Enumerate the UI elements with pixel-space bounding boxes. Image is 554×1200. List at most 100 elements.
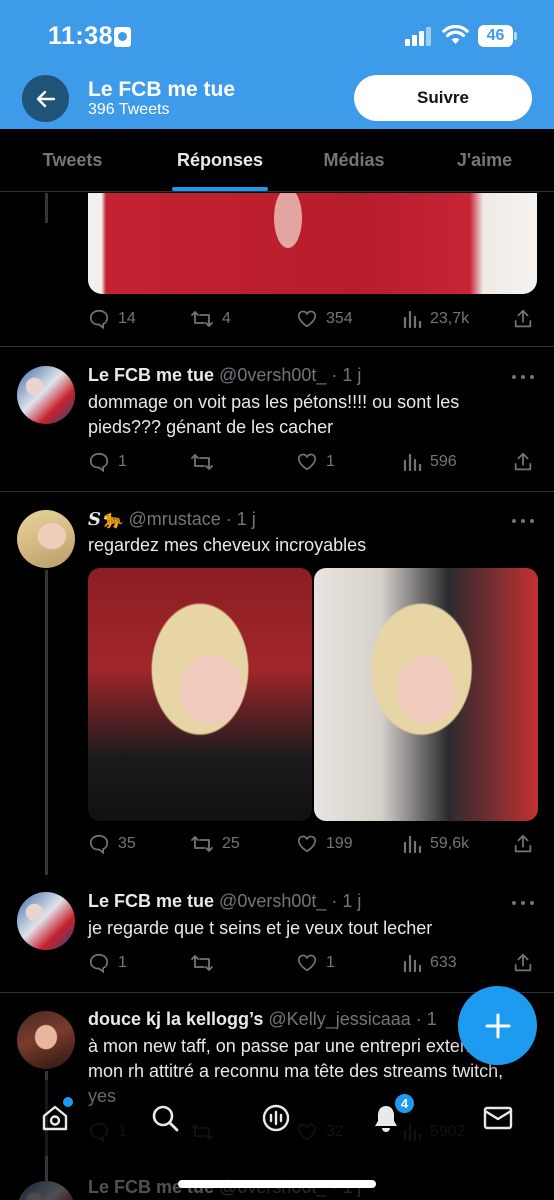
- new-content-dot: [63, 1097, 73, 1107]
- views-button[interactable]: 59,6k: [402, 830, 469, 858]
- avatar[interactable]: [17, 510, 75, 568]
- timestamp: 1 j: [236, 509, 256, 529]
- tweet-photo[interactable]: [314, 568, 538, 821]
- back-button[interactable]: [22, 75, 69, 122]
- views-icon: [403, 835, 422, 854]
- reply-button[interactable]: 1: [88, 448, 127, 476]
- retweet-icon: [191, 836, 213, 852]
- retweet-button[interactable]: 4: [190, 305, 231, 333]
- reply-icon: [89, 309, 109, 330]
- tab-replies[interactable]: Réponses: [160, 129, 280, 192]
- share-icon: [514, 953, 532, 972]
- nav-messages[interactable]: [478, 1098, 518, 1138]
- retweet-count: 25: [222, 835, 240, 852]
- messages-icon: [483, 1106, 513, 1130]
- share-icon: [514, 309, 532, 328]
- tweet-header: Le FCB me tue @0versh00t_ · 1 j: [88, 365, 362, 385]
- display-name[interactable]: Le FCB me tue: [88, 365, 214, 385]
- more-options-icon[interactable]: [512, 517, 536, 525]
- nav-search[interactable]: [145, 1098, 185, 1138]
- reply-count: 1: [118, 954, 127, 971]
- share-button[interactable]: [512, 830, 534, 858]
- profile-header: 11:38 46 Le FCB me tue 396 Tweets Suivre: [0, 0, 554, 129]
- reply-button[interactable]: 14: [88, 305, 136, 333]
- tweet-photo[interactable]: [88, 568, 312, 821]
- notification-count-badge: 4: [393, 1092, 416, 1115]
- like-button[interactable]: 1: [296, 949, 335, 977]
- heart-icon: [297, 453, 317, 471]
- spaces-icon: [262, 1104, 290, 1132]
- avatar[interactable]: [17, 892, 75, 950]
- id-card-icon: [114, 27, 131, 47]
- reply-icon: [89, 834, 109, 855]
- tweet-actions: 1 1 633: [88, 949, 537, 977]
- views-count: 23,7k: [430, 310, 470, 327]
- reply-count: 14: [118, 310, 136, 327]
- reply-count: 35: [118, 835, 136, 852]
- views-icon: [403, 310, 422, 329]
- search-icon: [152, 1105, 179, 1132]
- views-count: 596: [430, 453, 457, 470]
- tweet-header: douce kj la kellogg’s @Kelly_jessicaaa ·…: [88, 1009, 437, 1029]
- tweet-header: Le FCB me tue @0versh00t_ · 1 j: [88, 891, 362, 911]
- more-options-icon[interactable]: [512, 899, 536, 907]
- handle[interactable]: @0versh00t_: [219, 891, 326, 911]
- follow-button[interactable]: Suivre: [354, 75, 532, 121]
- views-button[interactable]: 596: [402, 448, 457, 476]
- heart-icon: [297, 310, 317, 328]
- reply-button[interactable]: 35: [88, 830, 136, 858]
- divider: [0, 491, 554, 492]
- status-time: 11:38: [48, 22, 114, 50]
- like-button[interactable]: 199: [296, 830, 353, 858]
- avatar[interactable]: [17, 366, 75, 424]
- retweet-button[interactable]: [190, 448, 214, 476]
- tweet-actions: 14 4 354 23,7k: [88, 305, 537, 333]
- views-button[interactable]: 23,7k: [402, 305, 469, 333]
- home-indicator[interactable]: [178, 1180, 376, 1188]
- timestamp: 1: [426, 1009, 437, 1029]
- like-button[interactable]: 354: [296, 305, 353, 333]
- views-button[interactable]: 633: [402, 949, 457, 977]
- plus-icon: [485, 1013, 510, 1038]
- avatar[interactable]: [17, 1011, 75, 1069]
- reply-button[interactable]: 1: [88, 949, 127, 977]
- battery-indicator: 46: [478, 25, 517, 47]
- thread-line: [45, 570, 48, 875]
- nav-spaces[interactable]: [256, 1098, 296, 1138]
- share-button[interactable]: [512, 305, 534, 333]
- like-button[interactable]: 1: [296, 448, 335, 476]
- tweet-count: 396 Tweets: [88, 101, 170, 118]
- profile-tabs: Tweets Réponses Médias J'aime: [0, 129, 554, 192]
- tweet-text: dommage on voit pas les pétons!!!! ou so…: [88, 392, 460, 437]
- share-button[interactable]: [512, 448, 534, 476]
- cellular-signal-icon: [405, 26, 433, 46]
- more-options-icon[interactable]: [512, 373, 536, 381]
- share-icon: [514, 834, 532, 853]
- retweet-button[interactable]: 25: [190, 830, 240, 858]
- share-icon: [514, 452, 532, 471]
- tab-media[interactable]: Médias: [300, 129, 408, 192]
- divider: [0, 346, 554, 347]
- heart-icon: [297, 835, 317, 853]
- handle[interactable]: @mrustace: [128, 509, 220, 529]
- like-count: 354: [326, 310, 353, 327]
- share-button[interactable]: [512, 949, 534, 977]
- bottom-navigation: 4: [0, 1080, 554, 1156]
- compose-tweet-button[interactable]: [458, 986, 537, 1065]
- tweet-image[interactable]: [88, 193, 537, 294]
- handle[interactable]: @Kelly_jessicaaa: [268, 1009, 410, 1029]
- display-name[interactable]: Le FCB me tue: [88, 891, 214, 911]
- retweet-button[interactable]: [190, 949, 214, 977]
- timestamp: 1 j: [342, 891, 362, 911]
- retweet-count: 4: [222, 310, 231, 327]
- tab-tweets[interactable]: Tweets: [20, 129, 125, 192]
- views-count: 633: [430, 954, 457, 971]
- handle[interactable]: @0versh00t_: [219, 365, 326, 385]
- tab-likes[interactable]: J'aime: [432, 129, 537, 192]
- tweet-text: je regarde que t seins et je veux tout l…: [88, 918, 433, 938]
- display-name[interactable]: douce kj la kellogg’s: [88, 1009, 263, 1029]
- active-tab-indicator: [172, 187, 268, 191]
- retweet-icon: [191, 311, 213, 327]
- avatar[interactable]: [17, 1181, 75, 1200]
- display-name[interactable]: S🐆: [88, 509, 123, 530]
